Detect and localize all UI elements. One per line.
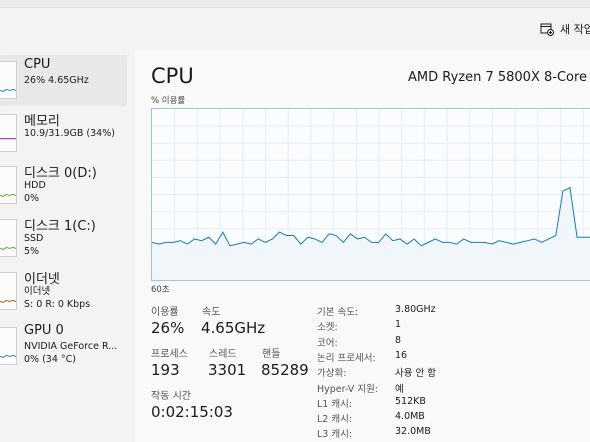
sidebar-sparkline xyxy=(0,114,17,152)
new-task-label: 새 작업 xyxy=(560,23,590,36)
threads-label: 스레드 xyxy=(209,349,237,360)
main-panel: CPU AMD Ryzen 7 5800X 8-Core P % 이용률 60초… xyxy=(135,50,590,442)
sidebar-item[interactable]: 디스크 1(C:) SSD 5% xyxy=(0,213,127,264)
threads-value: 3301 xyxy=(208,361,247,379)
cpu-graph-svg xyxy=(152,109,590,280)
spec-value: 8 xyxy=(395,334,402,346)
cpu-usage-line xyxy=(152,186,590,247)
spec-label: 기본 속도: xyxy=(317,307,359,318)
speed-value: 4.65GHz xyxy=(201,319,266,337)
sidebar-item-detail: S: 0 R: 0 Kbps xyxy=(24,299,91,310)
speed-label: 속도 xyxy=(202,307,221,318)
sidebar-sparkline xyxy=(0,327,17,365)
sidebar-item-name: GPU 0 xyxy=(24,323,64,338)
spec-label: 소켓: xyxy=(317,322,338,334)
uptime-label: 작동 시간 xyxy=(151,391,191,402)
handles-label: 핸들 xyxy=(262,349,281,360)
processes-value: 193 xyxy=(151,361,180,379)
cpu-model-name: AMD Ryzen 7 5800X 8-Core P xyxy=(408,70,590,85)
handles-value: 85289 xyxy=(261,361,309,379)
sidebar-item-detail: SSD xyxy=(24,233,44,244)
sidebar-sparkline xyxy=(0,219,17,257)
sidebar-item-detail: 0% (34 °C) xyxy=(24,354,76,365)
spec-value: 16 xyxy=(395,349,408,361)
graph-time-label: 60초 xyxy=(151,285,170,295)
spec-value: 예 xyxy=(395,383,404,395)
sidebar-item-detail: 10.9/31.9GB (34%) xyxy=(24,128,115,139)
spec-label: Hyper-V 지원: xyxy=(317,383,379,395)
utilization-value: 26% xyxy=(151,319,185,337)
sidebar: CPU 26% 4.65GHz 메모리 10.9/31.9GB (34%) 디스크 0(… xyxy=(0,50,135,442)
new-task-button[interactable]: 새 작업 xyxy=(540,20,590,38)
sidebar-item[interactable]: CPU 26% 4.65GHz xyxy=(0,55,127,106)
sidebar-sparkline xyxy=(0,166,17,204)
sidebar-item[interactable]: 디스크 0(D:) HDD 0% xyxy=(0,160,127,211)
title-strip xyxy=(0,0,590,8)
new-task-icon xyxy=(540,23,554,36)
spec-label: L1 캐시: xyxy=(317,398,353,410)
sidebar-item[interactable]: GPU 0 NVIDIA GeForce R... 0% (34 °C) xyxy=(0,321,127,372)
utilization-label: 이용률 xyxy=(151,307,179,318)
spec-value: 32.0MB xyxy=(395,426,431,438)
sidebar-item-detail: 5% xyxy=(24,246,40,257)
spec-value: 512KB xyxy=(395,395,426,407)
sidebar-item[interactable]: 메모리 10.9/31.9GB (34%) xyxy=(0,108,127,159)
spec-label: 가상화: xyxy=(317,368,347,380)
uptime-value: 0:02:15:03 xyxy=(151,403,233,421)
title-bar: 새 작업 xyxy=(0,0,590,50)
spec-value: 사용 안 함 xyxy=(395,368,436,380)
sidebar-item-name: CPU xyxy=(24,57,51,72)
sidebar-sparkline xyxy=(0,61,17,99)
processes-label: 프로세스 xyxy=(151,349,188,360)
sidebar-item-detail: 26% 4.65GHz xyxy=(24,75,89,86)
sidebar-item[interactable]: 이더넷 이더넷 S: 0 R: 0 Kbps xyxy=(0,266,127,317)
sidebar-item-detail: 이더넷 xyxy=(24,286,51,297)
spec-label: L2 캐시: xyxy=(317,414,353,426)
page-title: CPU xyxy=(151,64,194,88)
spec-value: 4.0MB xyxy=(395,411,425,423)
graph-y-label: % 이용률 xyxy=(151,96,186,106)
sidebar-item-detail: 0% xyxy=(24,193,40,204)
spec-value: 3.80GHz xyxy=(395,304,436,315)
spec-label: 코어: xyxy=(317,337,338,349)
sidebar-item-detail: HDD xyxy=(24,180,46,191)
sidebar-sparkline xyxy=(0,272,17,310)
spec-label: 논리 프로세서: xyxy=(317,352,376,364)
sidebar-item-detail: NVIDIA GeForce R... xyxy=(24,341,118,352)
cpu-utilization-graph xyxy=(151,108,590,281)
spec-label: L3 캐시: xyxy=(317,429,353,441)
cpu-usage-area xyxy=(152,187,590,280)
spec-value: 1 xyxy=(395,319,402,331)
